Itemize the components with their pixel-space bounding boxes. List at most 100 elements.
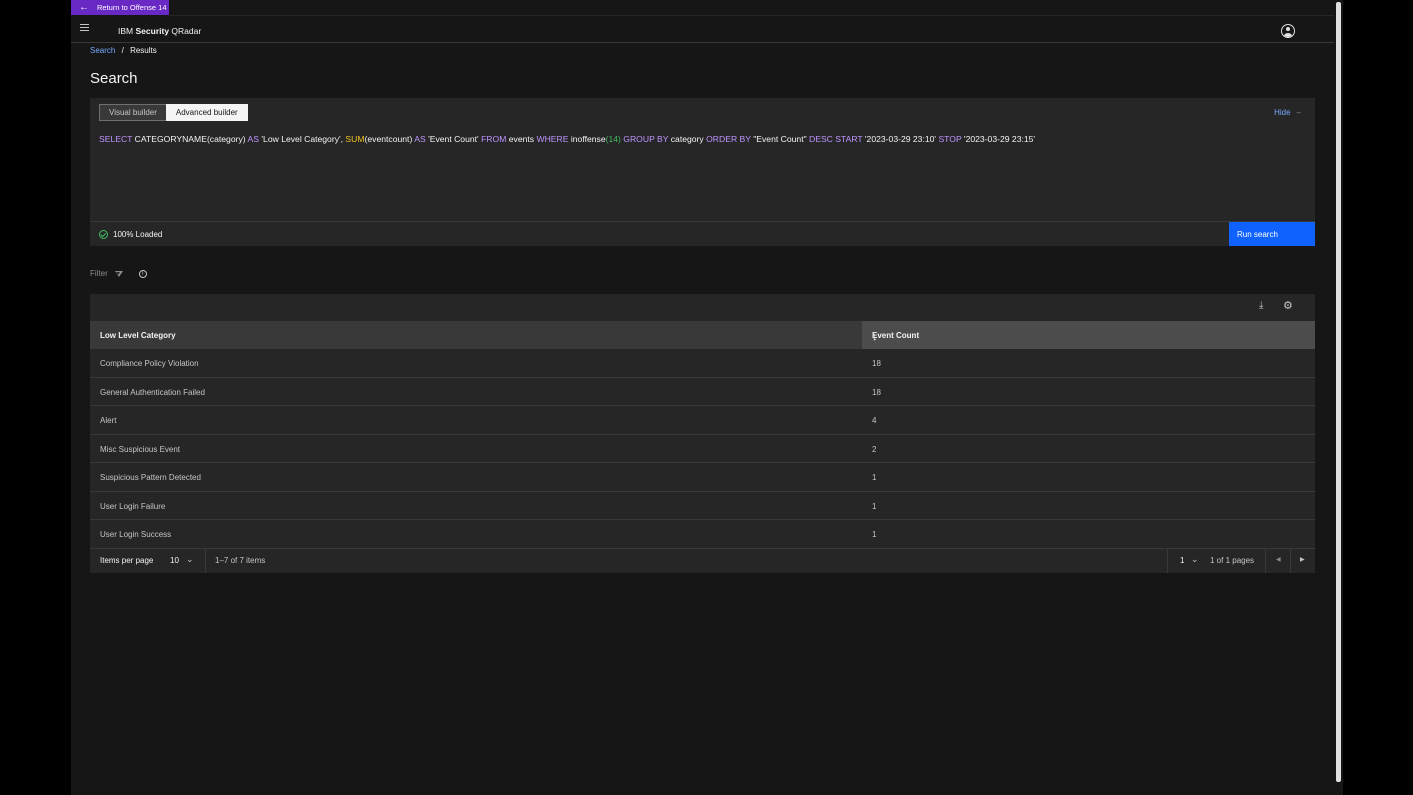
app-header: IBM Security QRadar (71, 16, 1334, 43)
page-title: Search (90, 70, 138, 87)
query-token: 'Low Level Category', (259, 134, 346, 144)
table-header: Low Level Category Event Count ↓ (90, 321, 1315, 349)
filter-bar: Filter i (90, 269, 147, 278)
query-token: (eventcount) (364, 134, 413, 144)
query-token: CATEGORYNAME (132, 134, 207, 144)
cell-event-count: 4 (872, 416, 877, 425)
scrollbar-thumb[interactable] (1336, 2, 1341, 782)
return-label: Return to Offense 14 (97, 3, 167, 12)
cell-low-level-category: General Authentication Failed (100, 387, 205, 397)
query-token: STOP (938, 134, 962, 144)
query-token: (14) (605, 134, 621, 144)
cell-low-level-category: Suspicious Pattern Detected (100, 473, 201, 482)
table-row[interactable]: Suspicious Pattern Detected 1 (90, 463, 1315, 492)
query-token: inoffense (568, 134, 606, 144)
cell-event-count: 1 (872, 530, 877, 539)
load-status-text: 100% Loaded (113, 230, 163, 239)
query-builder-panel: Visual builder Advanced builder Hide – SE… (90, 98, 1315, 246)
chevron-down-icon[interactable]: ⌄ (1191, 554, 1199, 565)
table-row[interactable]: Misc Suspicious Event 2 (90, 435, 1315, 463)
query-token: SUM (345, 134, 365, 144)
chevron-down-icon[interactable]: ⌄ (186, 554, 194, 565)
check-circle-icon (99, 230, 108, 239)
filter-icon[interactable] (114, 270, 123, 277)
breadcrumb-current: Results (130, 46, 157, 55)
brand-product: QRadar (171, 26, 202, 36)
hide-builder-button[interactable]: Hide – (1274, 108, 1301, 117)
top-strip (169, 0, 1334, 16)
filter-label: Filter (90, 269, 108, 278)
results-table: ⤓ ⚙ Low Level Category Event Count ↓ Com… (90, 294, 1315, 573)
query-token: 'Event Count' (425, 134, 482, 144)
builder-toggle: Visual builder Advanced builder (99, 104, 248, 121)
run-search-button[interactable]: Run search (1229, 222, 1315, 246)
query-token: "Event Count" (750, 134, 810, 144)
cell-event-count: 18 (872, 387, 881, 397)
hide-label: Hide (1274, 108, 1291, 117)
query-token: WHERE (536, 134, 569, 144)
download-icon[interactable]: ⤓ (1259, 300, 1263, 311)
page-count: 1 of 1 pages (1210, 556, 1255, 565)
brand-prefix: IBM (118, 26, 134, 36)
cell-event-count: 1 (872, 473, 877, 482)
table-toolbar: ⤓ ⚙ (90, 294, 1315, 321)
query-token: AS (412, 134, 426, 144)
settings-icon[interactable]: ⚙ (1283, 299, 1293, 312)
column-header-low-level-category[interactable]: Low Level Category (100, 331, 176, 340)
cell-event-count: 1 (872, 501, 877, 511)
items-per-page-label: Items per page (100, 556, 154, 565)
query-token: DESC (809, 134, 833, 144)
query-token: events (506, 134, 537, 144)
query-token: AS (245, 134, 260, 144)
menu-icon[interactable] (80, 24, 89, 33)
cell-low-level-category: User Login Success (100, 530, 172, 539)
table-row[interactable]: User Login Failure 1 (90, 492, 1315, 520)
breadcrumb-search-link[interactable]: Search (90, 46, 115, 55)
aql-query-editor[interactable]: SELECT CATEGORYNAME(category) AS 'Low Le… (99, 134, 1035, 144)
arrow-left-icon: ← (79, 1, 89, 13)
table-row[interactable]: General Authentication Failed 18 (90, 378, 1315, 406)
query-token: GROUP BY (620, 134, 669, 144)
query-token: START (835, 134, 863, 144)
brand-name: IBM Security QRadar (118, 26, 201, 36)
breadcrumb-separator: / (121, 46, 124, 55)
query-token: SELECT (99, 134, 133, 144)
page-select[interactable]: 1 (1180, 556, 1184, 565)
info-icon[interactable]: i (138, 269, 147, 278)
return-to-offense-link[interactable]: ← Return to Offense 14 (71, 0, 169, 15)
table-row[interactable]: Alert 4 (90, 406, 1315, 435)
caret-right-icon[interactable]: ▶ (1300, 556, 1305, 563)
query-token: FROM (481, 134, 507, 144)
query-token: '2023-03-29 23:10' (862, 134, 939, 144)
column-header-event-count[interactable]: Event Count ↓ (862, 321, 1315, 349)
pagination-bar: Items per page 10 ⌄ 1–7 of 7 items 1 ⌄ 1… (90, 548, 1315, 573)
table-body: Compliance Policy Violation 18 General Aut… (90, 349, 1315, 549)
visual-builder-tab[interactable]: Visual builder (99, 104, 166, 121)
items-per-page-select[interactable]: 10 (170, 556, 179, 565)
pager-divider (205, 548, 206, 573)
breadcrumb: Search / Results (90, 46, 157, 55)
pager-divider (1265, 548, 1266, 573)
pager-divider (1290, 548, 1291, 573)
cell-low-level-category: Compliance Policy Violation (100, 359, 199, 368)
item-range: 1–7 of 7 items (215, 556, 266, 565)
cell-event-count: 18 (872, 359, 881, 368)
cell-low-level-category: User Login Failure (100, 501, 166, 511)
table-row[interactable]: Compliance Policy Violation 18 (90, 349, 1315, 378)
query-token: (category) (206, 134, 246, 144)
cell-low-level-category: Misc Suspicious Event (100, 444, 181, 454)
query-token: ORDER BY (706, 134, 751, 144)
query-token: '2023-03-29 23:15' (961, 134, 1036, 144)
pager-divider (1167, 548, 1168, 573)
load-status: 100% Loaded (99, 230, 162, 239)
advanced-builder-tab[interactable]: Advanced builder (165, 104, 248, 121)
table-row[interactable]: User Login Success 1 (90, 520, 1315, 549)
minus-icon: – (1296, 108, 1301, 117)
caret-left-icon[interactable]: ◀ (1276, 556, 1281, 563)
qradar-app: ← Return to Offense 14 IBM Security QRad… (71, 0, 1334, 795)
builder-footer: 100% Loaded Run search (90, 221, 1315, 246)
brand-bold: Security (135, 26, 170, 36)
user-avatar-icon[interactable] (1281, 24, 1295, 38)
sort-arrow-down-icon[interactable]: ↓ (872, 331, 1307, 343)
query-token: category (668, 134, 707, 144)
